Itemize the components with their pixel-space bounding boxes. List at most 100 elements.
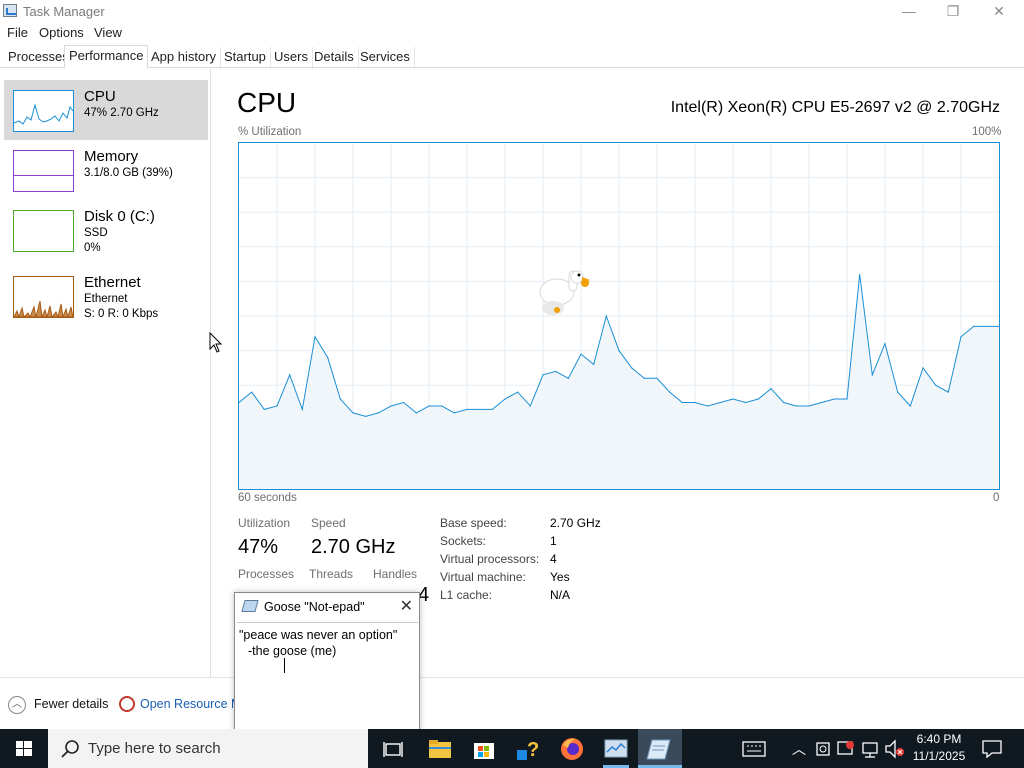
minimize-button[interactable]: — <box>886 0 932 23</box>
cpu-data-point <box>555 370 557 372</box>
restore-button[interactable]: ❐ <box>930 0 976 23</box>
sidebar-item-label: Ethernet <box>84 274 141 291</box>
cpu-data-point <box>783 401 785 404</box>
task-manager-window: Task Manager — ❐ ✕ File Options View Pro… <box>0 0 1024 768</box>
task-view-icon[interactable] <box>381 736 407 762</box>
cpu-data-point <box>327 356 329 359</box>
cpu-data-point <box>593 363 595 366</box>
ethernet-thumbnail-graph <box>13 276 74 318</box>
taskbar-search-box[interactable]: Type here to search <box>48 729 368 768</box>
task-manager-taskbar-icon[interactable] <box>603 736 629 762</box>
cpu-data-point <box>656 377 658 379</box>
menu-view[interactable]: View <box>94 25 122 40</box>
help-app-icon[interactable]: ? <box>515 736 541 762</box>
cpu-data-point <box>973 325 975 327</box>
sidebar-item-cpu[interactable]: CPU 47% 2.70 GHz <box>4 80 208 140</box>
resource-monitor-icon <box>119 696 135 712</box>
cpu-data-point <box>567 377 569 379</box>
info-value: 2.70 GHz <box>550 516 601 530</box>
cpu-data-point <box>985 325 987 327</box>
sidebar-item-value: SSD <box>84 227 108 239</box>
cpu-data-point <box>289 374 291 376</box>
utilization-label: Utilization <box>238 516 291 530</box>
cpu-data-point <box>466 408 468 411</box>
notepad-text-area[interactable]: "peace was never an option" -the goose (… <box>237 622 418 728</box>
sidebar-item-value: 3.1/8.0 GB (39%) <box>84 167 173 179</box>
cpu-data-point <box>757 398 759 400</box>
windows-logo-icon <box>16 741 32 756</box>
cpu-data-point <box>377 412 379 414</box>
taskbar: Type here to search ? ︿ 6:40 PM 11/1/202… <box>0 729 1024 768</box>
notepad-icon <box>241 600 259 612</box>
tab-services[interactable]: Services <box>356 47 415 69</box>
x-axis-left-label: 60 seconds <box>238 492 297 504</box>
chevron-up-icon[interactable]: ︿ <box>8 696 26 714</box>
info-value: 1 <box>550 534 557 548</box>
cpu-model-name: Intel(R) Xeon(R) CPU E5-2697 v2 @ 2.70GH… <box>670 99 1000 116</box>
notepad-close-button[interactable]: ✕ <box>400 596 413 616</box>
info-label: Virtual machine: <box>440 570 526 584</box>
volume-muted-icon[interactable] <box>884 736 906 762</box>
info-label: L1 cache: <box>440 588 493 602</box>
clock-time[interactable]: 6:40 PM <box>908 732 970 746</box>
cpu-data-point <box>479 408 481 411</box>
cpu-data-point <box>884 343 886 345</box>
cpu-data-point <box>707 405 709 407</box>
cpu-data-point <box>618 350 620 352</box>
sidebar-item-disk[interactable]: Disk 0 (C:) SSD 0% <box>4 200 208 260</box>
info-label: Virtual processors: <box>440 552 540 566</box>
speed-value: 2.70 GHz <box>311 536 396 558</box>
tab-strip: Processes Performance App history Startu… <box>0 45 1024 69</box>
network-icon[interactable] <box>860 736 880 762</box>
cpu-data-point <box>643 377 645 379</box>
search-icon <box>61 740 79 758</box>
cpu-data-point <box>529 405 531 407</box>
cpu-thumbnail-graph <box>13 90 74 132</box>
cpu-data-point <box>390 405 392 407</box>
start-button[interactable] <box>0 729 48 768</box>
tab-app-history[interactable]: App history <box>147 47 222 69</box>
fewer-details-button[interactable]: Fewer details <box>34 697 108 711</box>
tab-performance[interactable]: Performance <box>64 45 149 69</box>
cpu-data-point <box>681 401 683 404</box>
cpu-data-point <box>732 398 734 400</box>
cpu-data-point <box>808 405 810 407</box>
tab-users[interactable]: Users <box>270 47 313 69</box>
menu-file[interactable]: File <box>7 25 28 40</box>
show-hidden-icons-chevron-icon[interactable]: ︿ <box>792 739 806 759</box>
tray-vm-icon[interactable] <box>814 736 832 762</box>
sidebar-item-label: Disk 0 (C:) <box>84 208 155 225</box>
sidebar-item-value: 0% <box>84 242 101 254</box>
sidebar-item-memory[interactable]: Memory 3.1/8.0 GB (39%) <box>4 140 208 200</box>
y-axis-max: 100% <box>972 126 1002 138</box>
menu-options[interactable]: Options <box>39 25 84 40</box>
keyboard-icon[interactable] <box>741 736 767 762</box>
notepad-line: "peace was never an option" <box>239 628 398 642</box>
firefox-icon[interactable] <box>559 736 585 762</box>
notepad-line: -the goose (me) <box>248 644 337 658</box>
cpu-data-point <box>859 273 861 276</box>
goose-notepad-window[interactable]: Goose "Not-epad" ✕ "peace was never an o… <box>234 592 420 733</box>
sidebar-item-value: 47% 2.70 GHz <box>84 107 159 119</box>
sidebar-item-ethernet[interactable]: Ethernet Ethernet S: 0 R: 0 Kbps <box>4 266 208 326</box>
tray-security-alert-icon[interactable] <box>836 736 856 762</box>
tab-startup[interactable]: Startup <box>220 47 271 69</box>
file-explorer-icon[interactable] <box>427 736 453 762</box>
cpu-data-point <box>491 408 493 411</box>
open-resource-monitor-link[interactable]: Open Resource M <box>140 697 241 711</box>
microsoft-store-icon[interactable] <box>471 736 497 762</box>
cpu-graph-canvas <box>238 143 1000 489</box>
cpu-data-point <box>631 367 633 369</box>
notepad-title-bar[interactable]: Goose "Not-epad" ✕ <box>235 593 419 620</box>
info-value: N/A <box>550 588 571 602</box>
sidebar-item-value: S: 0 R: 0 Kbps <box>84 308 159 320</box>
action-center-icon[interactable] <box>980 736 1006 762</box>
memory-thumbnail-graph <box>13 150 74 192</box>
tab-details[interactable]: Details <box>310 47 359 69</box>
clock-date[interactable]: 11/1/2025 <box>908 749 970 763</box>
cpu-data-point <box>301 408 303 411</box>
notepad-taskbar-icon[interactable] <box>646 736 672 762</box>
cpu-data-point <box>517 391 519 393</box>
cpu-data-point <box>605 315 607 317</box>
close-button[interactable]: ✕ <box>976 0 1022 23</box>
